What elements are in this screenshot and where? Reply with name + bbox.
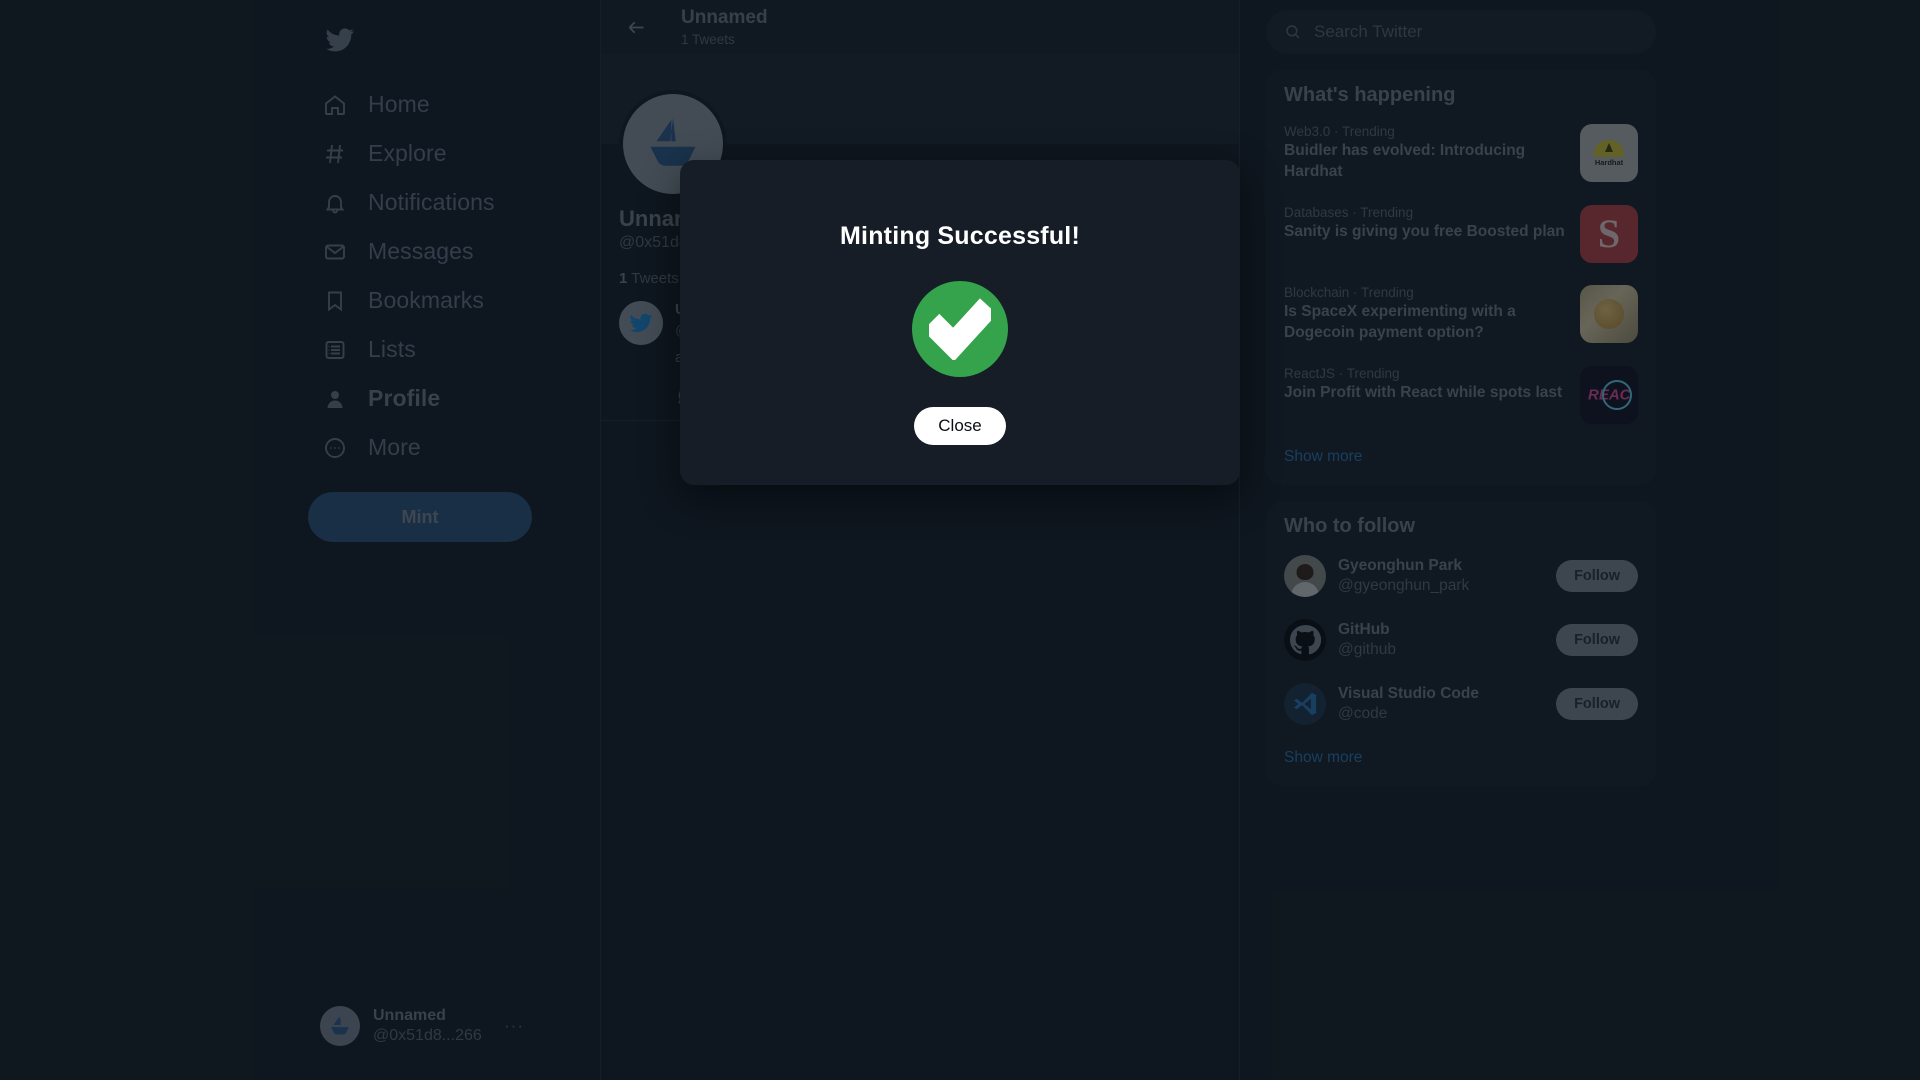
check-circle-icon [912, 281, 1008, 377]
close-button[interactable]: Close [914, 407, 1006, 445]
minting-success-modal: Minting Successful! Close [680, 160, 1240, 485]
modal-title: Minting Successful! [840, 222, 1080, 250]
twitter-clone-app: Home Explore Notifications [0, 0, 1920, 1080]
